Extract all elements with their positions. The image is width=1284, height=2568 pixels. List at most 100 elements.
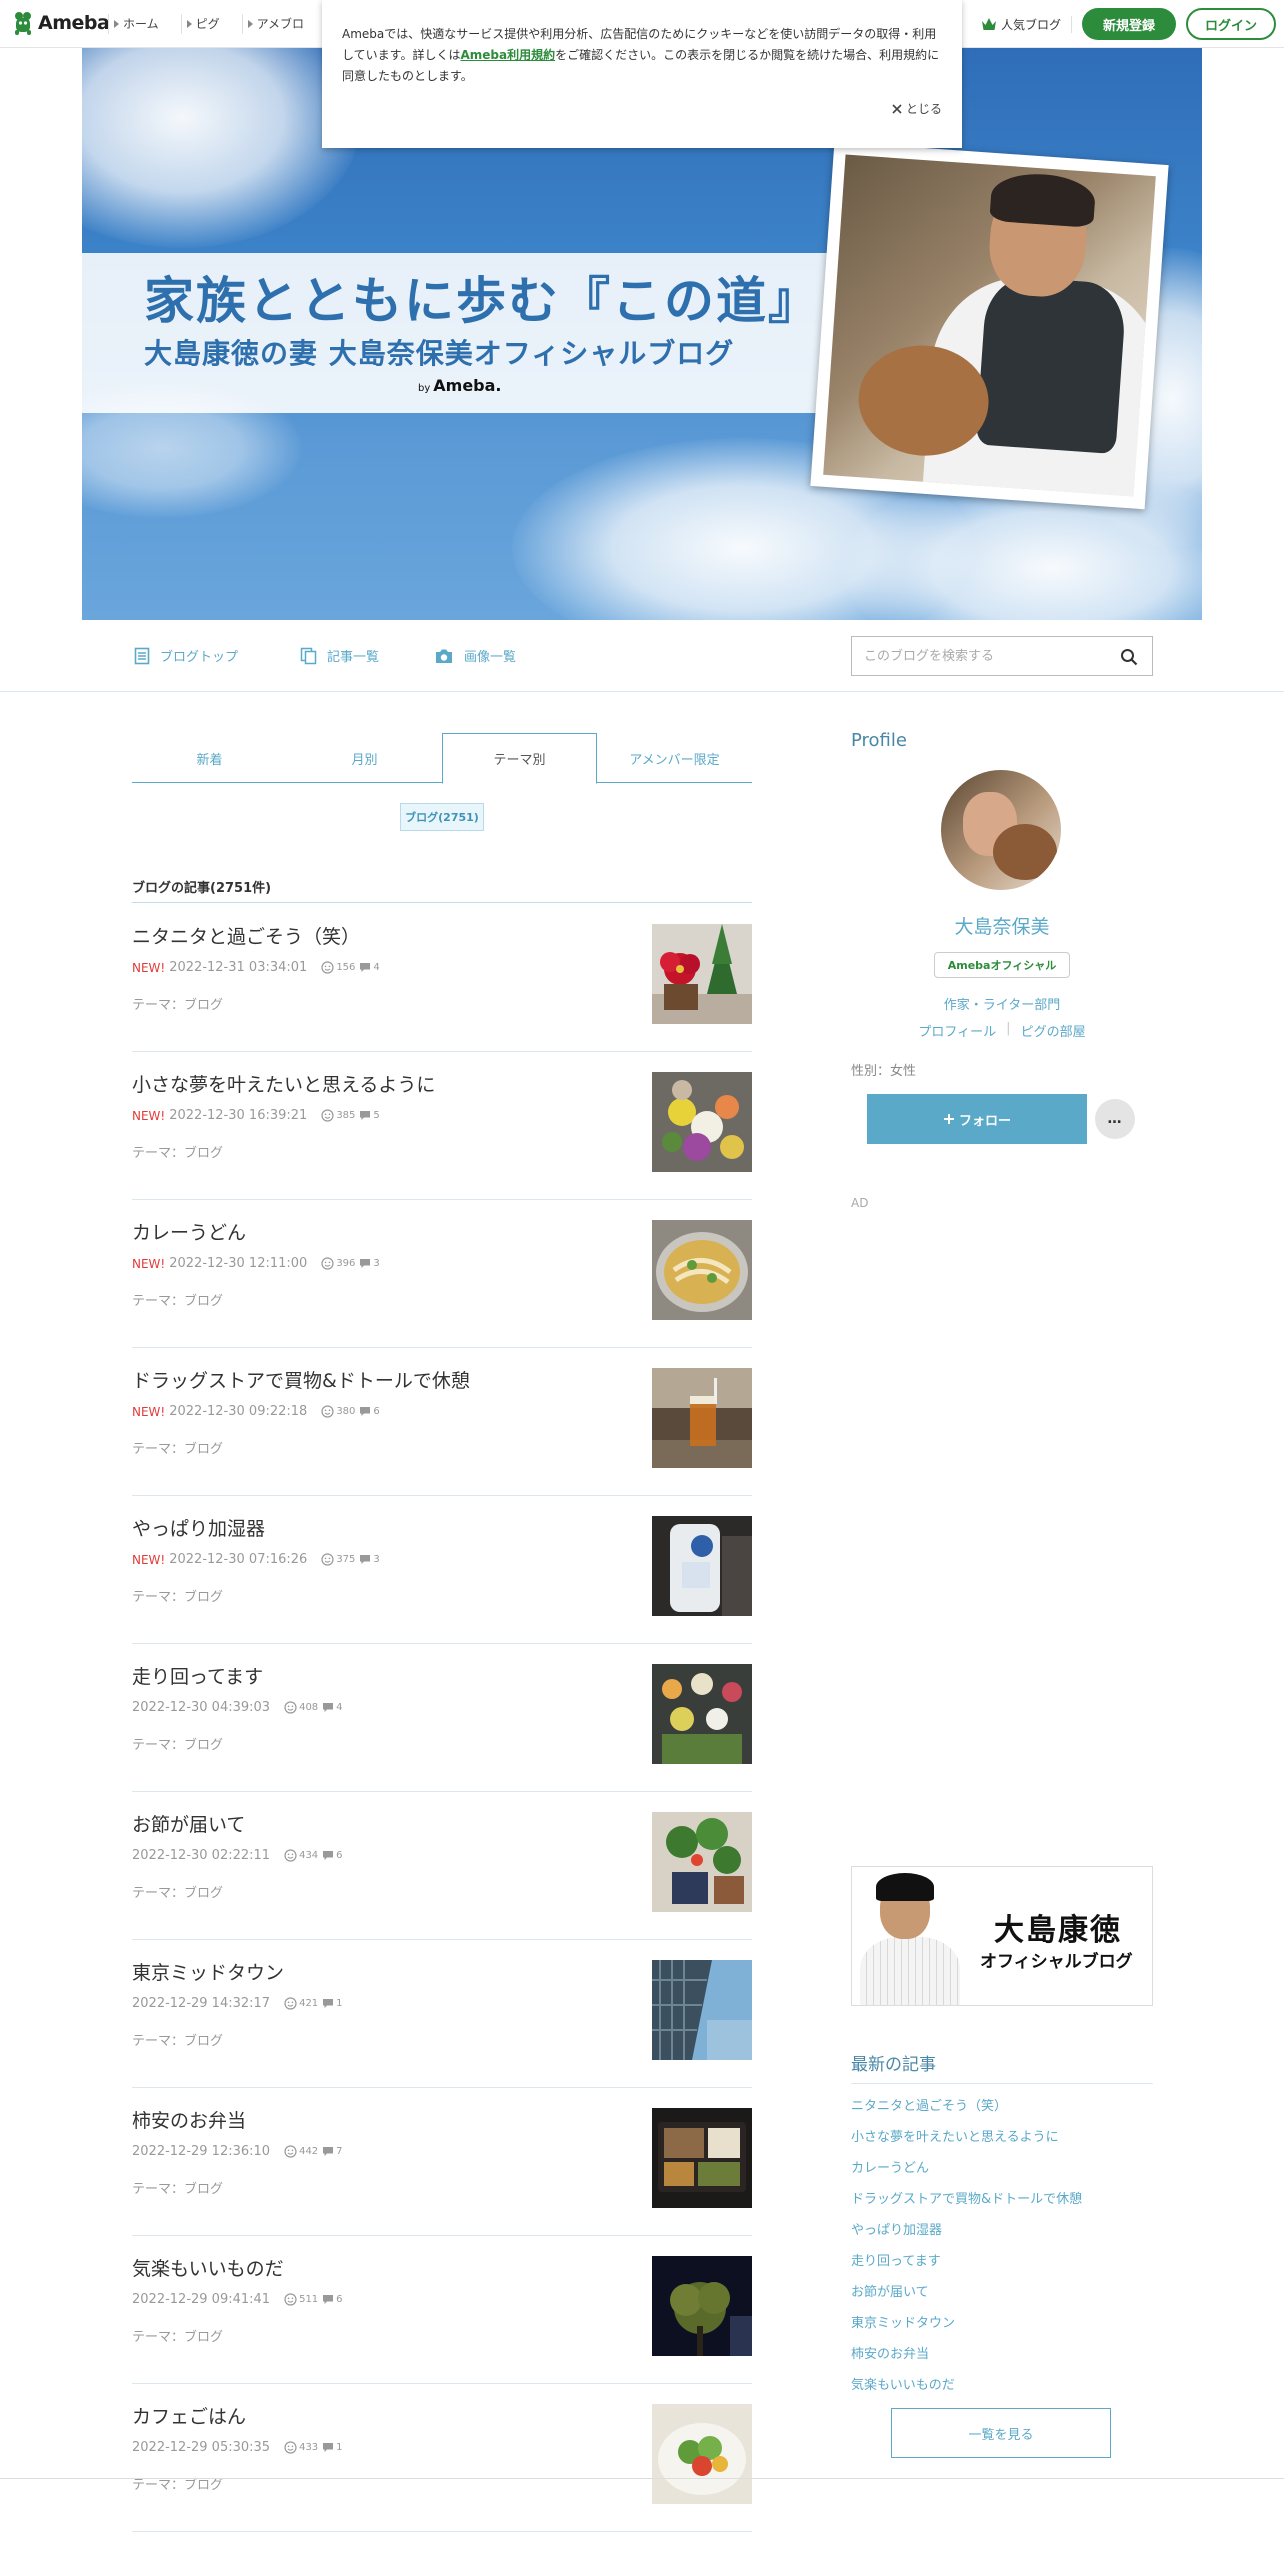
like-count: 511 — [284, 2293, 318, 2306]
article-theme[interactable]: テーマ：ブログ — [132, 994, 223, 1013]
profile-avatar[interactable] — [941, 770, 1061, 890]
profile-name[interactable]: 大島奈保美 — [851, 912, 1153, 939]
article-thumbnail[interactable] — [652, 1960, 752, 2060]
follow-button[interactable]: フォロー — [867, 1094, 1087, 1144]
search-icon[interactable] — [1120, 648, 1138, 666]
nav-pigg[interactable]: ピグ — [180, 14, 242, 34]
article-theme[interactable]: テーマ：ブログ — [132, 2178, 223, 2197]
article-meta: NEW! 2022-12-30 12:11:00 396 3 — [132, 1256, 380, 1271]
article-item[interactable]: やっぱり加湿器 NEW! 2022-12-30 07:16:26 375 3 テ… — [132, 1496, 752, 1644]
comment-count: 5 — [359, 1110, 380, 1121]
article-title[interactable]: 東京ミッドタウン — [132, 1958, 284, 1985]
latest-article-link[interactable]: 東京ミッドタウン — [851, 2312, 1153, 2343]
article-item[interactable]: カフェごはん 2022-12-29 05:30:35 433 1 テーマ：ブログ — [132, 2384, 752, 2532]
tab-monthly[interactable]: 月別 — [287, 733, 442, 783]
theme-chip-blog[interactable]: ブログ(2751) — [400, 803, 484, 831]
latest-article-link[interactable]: 気楽もいいものだ — [851, 2374, 1153, 2405]
article-item[interactable]: 柿安のお弁当 2022-12-29 12:36:10 442 7 テーマ：ブログ — [132, 2088, 752, 2236]
article-item[interactable]: ニタニタと過ごそう（笑） NEW! 2022-12-31 03:34:01 15… — [132, 904, 752, 1052]
article-thumbnail[interactable] — [652, 2108, 752, 2208]
article-thumbnail[interactable] — [652, 2256, 752, 2356]
like-count: 156 — [321, 961, 355, 974]
article-theme[interactable]: テーマ：ブログ — [132, 1882, 223, 1901]
article-theme[interactable]: テーマ：ブログ — [132, 1586, 223, 1605]
article-title[interactable]: やっぱり加湿器 — [132, 1514, 265, 1541]
article-title[interactable]: ドラッグストアで買物&ドトールで休憩 — [132, 1366, 470, 1393]
official-blog-banner[interactable]: 大島康徳 オフィシャルブログ — [851, 1866, 1153, 2006]
article-thumbnail[interactable] — [652, 1664, 752, 1764]
cookie-text: Amebaでは、快適なサービス提供や利用分析、広告配信のためにクッキーなどを使い… — [342, 24, 942, 87]
article-theme[interactable]: テーマ：ブログ — [132, 1290, 223, 1309]
terms-link[interactable]: Ameba利用規約 — [460, 48, 555, 62]
blog-search-input[interactable] — [852, 637, 1102, 675]
nav-home[interactable]: ホーム — [108, 14, 181, 34]
profile-link[interactable]: プロフィール — [918, 1021, 996, 1040]
article-item[interactable]: お節が届いて 2022-12-30 02:22:11 434 6 テーマ：ブログ — [132, 1792, 752, 1940]
article-thumbnail[interactable] — [652, 1812, 752, 1912]
article-theme[interactable]: テーマ：ブログ — [132, 1142, 223, 1161]
nav-ameblo[interactable]: アメブロ — [241, 14, 326, 34]
register-button[interactable]: 新規登録 — [1082, 8, 1176, 40]
like-count-value: 421 — [299, 1998, 319, 2009]
article-thumbnail[interactable] — [652, 924, 752, 1024]
login-button[interactable]: ログイン — [1186, 8, 1276, 40]
article-title[interactable]: 気楽もいいものだ — [132, 2254, 284, 2281]
see-all-button[interactable]: 一覧を見る — [891, 2408, 1111, 2458]
article-item[interactable]: カレーうどん NEW! 2022-12-30 12:11:00 396 3 テー… — [132, 1200, 752, 1348]
tab-new[interactable]: 新着 — [132, 733, 287, 783]
article-meta: 2022-12-29 05:30:35 433 1 — [132, 2440, 343, 2455]
article-theme[interactable]: テーマ：ブログ — [132, 2326, 223, 2345]
latest-article-link[interactable]: ドラッグストアで買物&ドトールで休憩 — [851, 2188, 1153, 2219]
article-thumbnail[interactable] — [652, 1368, 752, 1468]
article-title[interactable]: 小さな夢を叶えたいと思えるように — [132, 1070, 435, 1097]
profile-category[interactable]: 作家・ライター部門 — [851, 994, 1153, 1013]
plus-icon — [943, 1114, 954, 1124]
article-title[interactable]: ニタニタと過ごそう（笑） — [132, 922, 360, 949]
article-datetime: 2022-12-30 04:39:03 — [132, 1700, 271, 1715]
comment-count: 1 — [322, 2442, 343, 2453]
cookie-close-button[interactable]: とじる — [892, 100, 942, 117]
latest-article-link[interactable]: 走り回ってます — [851, 2250, 1153, 2281]
article-title[interactable]: 柿安のお弁当 — [132, 2106, 246, 2133]
smile-icon — [284, 2293, 297, 2306]
latest-article-link[interactable]: カレーうどん — [851, 2157, 1153, 2188]
logo-text: Ameba — [38, 12, 110, 34]
image-list-link[interactable]: 画像一覧 — [434, 646, 516, 665]
article-item[interactable]: 気楽もいいものだ 2022-12-29 09:41:41 511 6 テーマ：ブ… — [132, 2236, 752, 2384]
tab-amember[interactable]: アメンバー限定 — [597, 733, 752, 783]
article-title[interactable]: カフェごはん — [132, 2402, 246, 2429]
latest-article-link[interactable]: やっぱり加湿器 — [851, 2219, 1153, 2250]
article-title[interactable]: 走り回ってます — [132, 1662, 263, 1689]
by-ameba-mark: by Ameba. — [418, 376, 502, 395]
article-item[interactable]: 走り回ってます 2022-12-30 04:39:03 408 4 テーマ：ブロ… — [132, 1644, 752, 1792]
comment-icon — [360, 1555, 371, 1564]
like-count-value: 396 — [336, 1258, 356, 1269]
article-theme[interactable]: テーマ：ブログ — [132, 1734, 223, 1753]
article-theme[interactable]: テーマ：ブログ — [132, 2474, 223, 2493]
popular-blog-link[interactable]: 人気ブログ — [981, 15, 1072, 33]
by-brand: Ameba. — [433, 376, 502, 395]
article-item[interactable]: 小さな夢を叶えたいと思えるように NEW! 2022-12-30 16:39:2… — [132, 1052, 752, 1200]
article-thumbnail[interactable] — [652, 1516, 752, 1616]
latest-article-link[interactable]: お節が届いて — [851, 2281, 1153, 2312]
tab-theme[interactable]: テーマ別 — [442, 733, 597, 784]
ameba-logo[interactable]: Ameba — [12, 10, 110, 36]
blog-top-link[interactable]: ブログトップ — [134, 646, 238, 665]
article-item[interactable]: ドラッグストアで買物&ドトールで休憩 NEW! 2022-12-30 09:22… — [132, 1348, 752, 1496]
article-title[interactable]: お節が届いて — [132, 1810, 245, 1837]
latest-article-link[interactable]: 柿安のお弁当 — [851, 2343, 1153, 2374]
latest-article-link[interactable]: ニタニタと過ごそう（笑） — [851, 2095, 1153, 2126]
pigg-room-link[interactable]: ピグの部屋 — [1021, 1021, 1086, 1040]
profile-heading: Profile — [851, 730, 907, 751]
article-list-link[interactable]: 記事一覧 — [300, 646, 379, 665]
latest-article-link[interactable]: 小さな夢を叶えたいと思えるように — [851, 2126, 1153, 2157]
article-theme[interactable]: テーマ：ブログ — [132, 2030, 223, 2049]
article-item[interactable]: 東京ミッドタウン 2022-12-29 14:32:17 421 1 テーマ：ブ… — [132, 1940, 752, 2088]
article-thumbnail[interactable] — [652, 2404, 752, 2504]
article-thumbnail[interactable] — [652, 1220, 752, 1320]
more-options-button[interactable]: … — [1095, 1099, 1135, 1139]
smile-icon — [284, 1997, 297, 2010]
article-title[interactable]: カレーうどん — [132, 1218, 246, 1245]
article-theme[interactable]: テーマ：ブログ — [132, 1438, 223, 1457]
article-thumbnail[interactable] — [652, 1072, 752, 1172]
